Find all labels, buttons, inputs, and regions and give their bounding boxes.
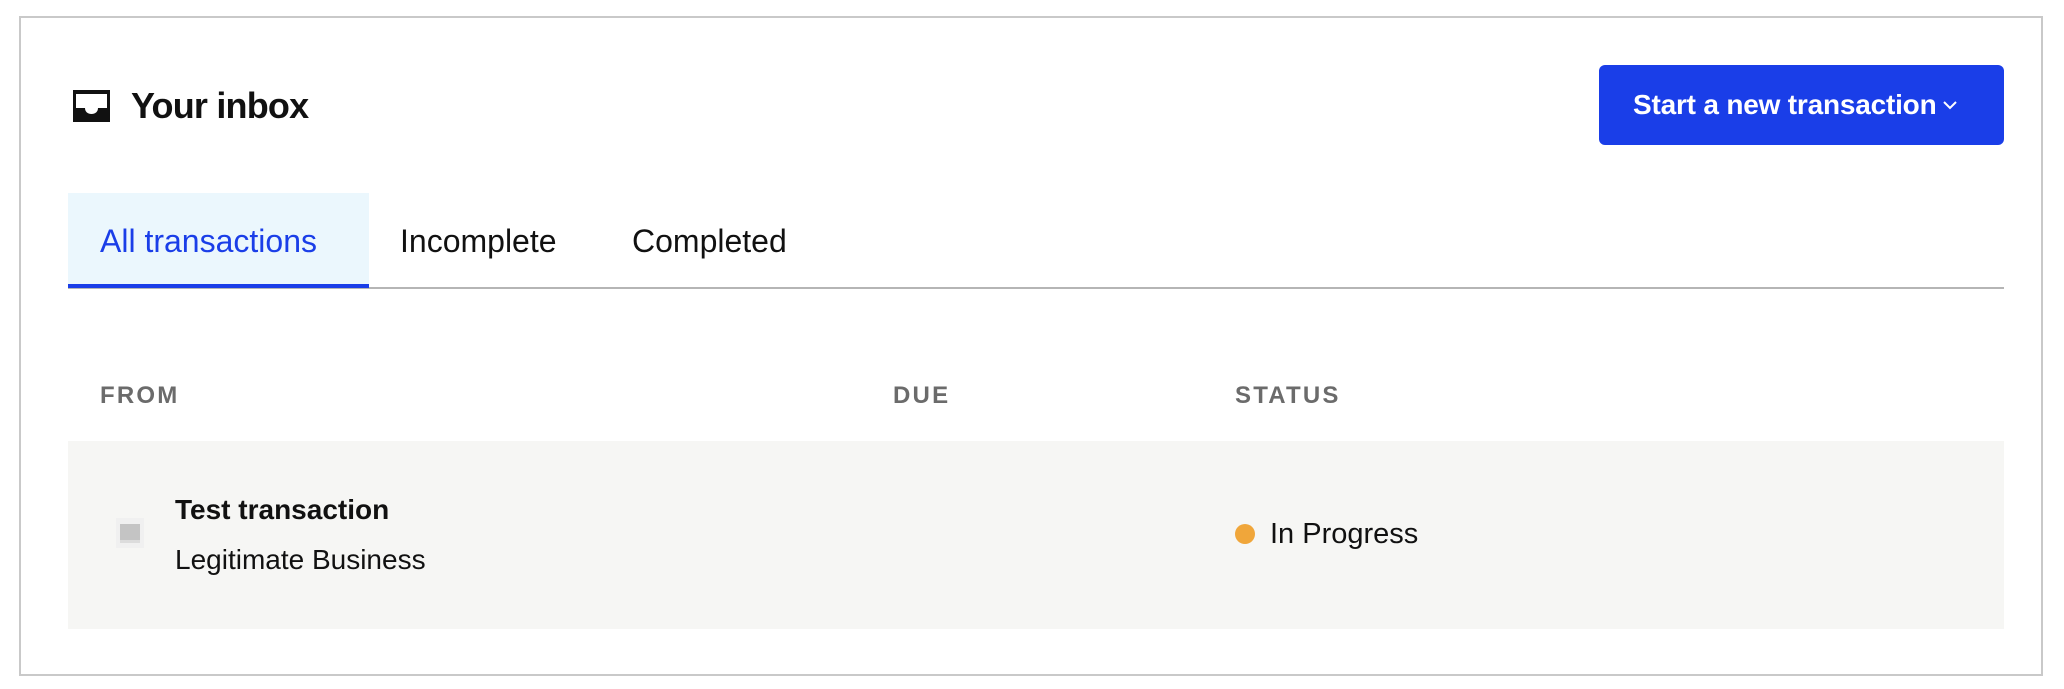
column-header-due: DUE (893, 382, 951, 409)
tab-incomplete[interactable]: Incomplete (400, 193, 557, 289)
transaction-tabs: All transactions Incomplete Completed (68, 193, 2004, 289)
chevron-down-icon (1943, 100, 1958, 110)
start-new-transaction-button[interactable]: Start a new transaction (1599, 65, 2004, 145)
column-header-status: STATUS (1235, 382, 1341, 409)
tab-completed[interactable]: Completed (632, 193, 787, 289)
start-new-transaction-label: Start a new transaction (1633, 89, 1937, 120)
inbox-tray-icon (73, 90, 110, 122)
status-dot (1235, 524, 1255, 544)
column-header-from: FROM (100, 382, 180, 409)
status-label: In Progress (1270, 518, 1419, 550)
page-title: Your inbox (131, 85, 309, 126)
transaction-title: Test transaction (175, 494, 390, 525)
transaction-sender: Legitimate Business (175, 544, 426, 575)
document-thumbnail-icon (116, 518, 144, 548)
table-row[interactable] (68, 441, 2004, 629)
tab-all-transactions[interactable]: All transactions (68, 193, 369, 288)
